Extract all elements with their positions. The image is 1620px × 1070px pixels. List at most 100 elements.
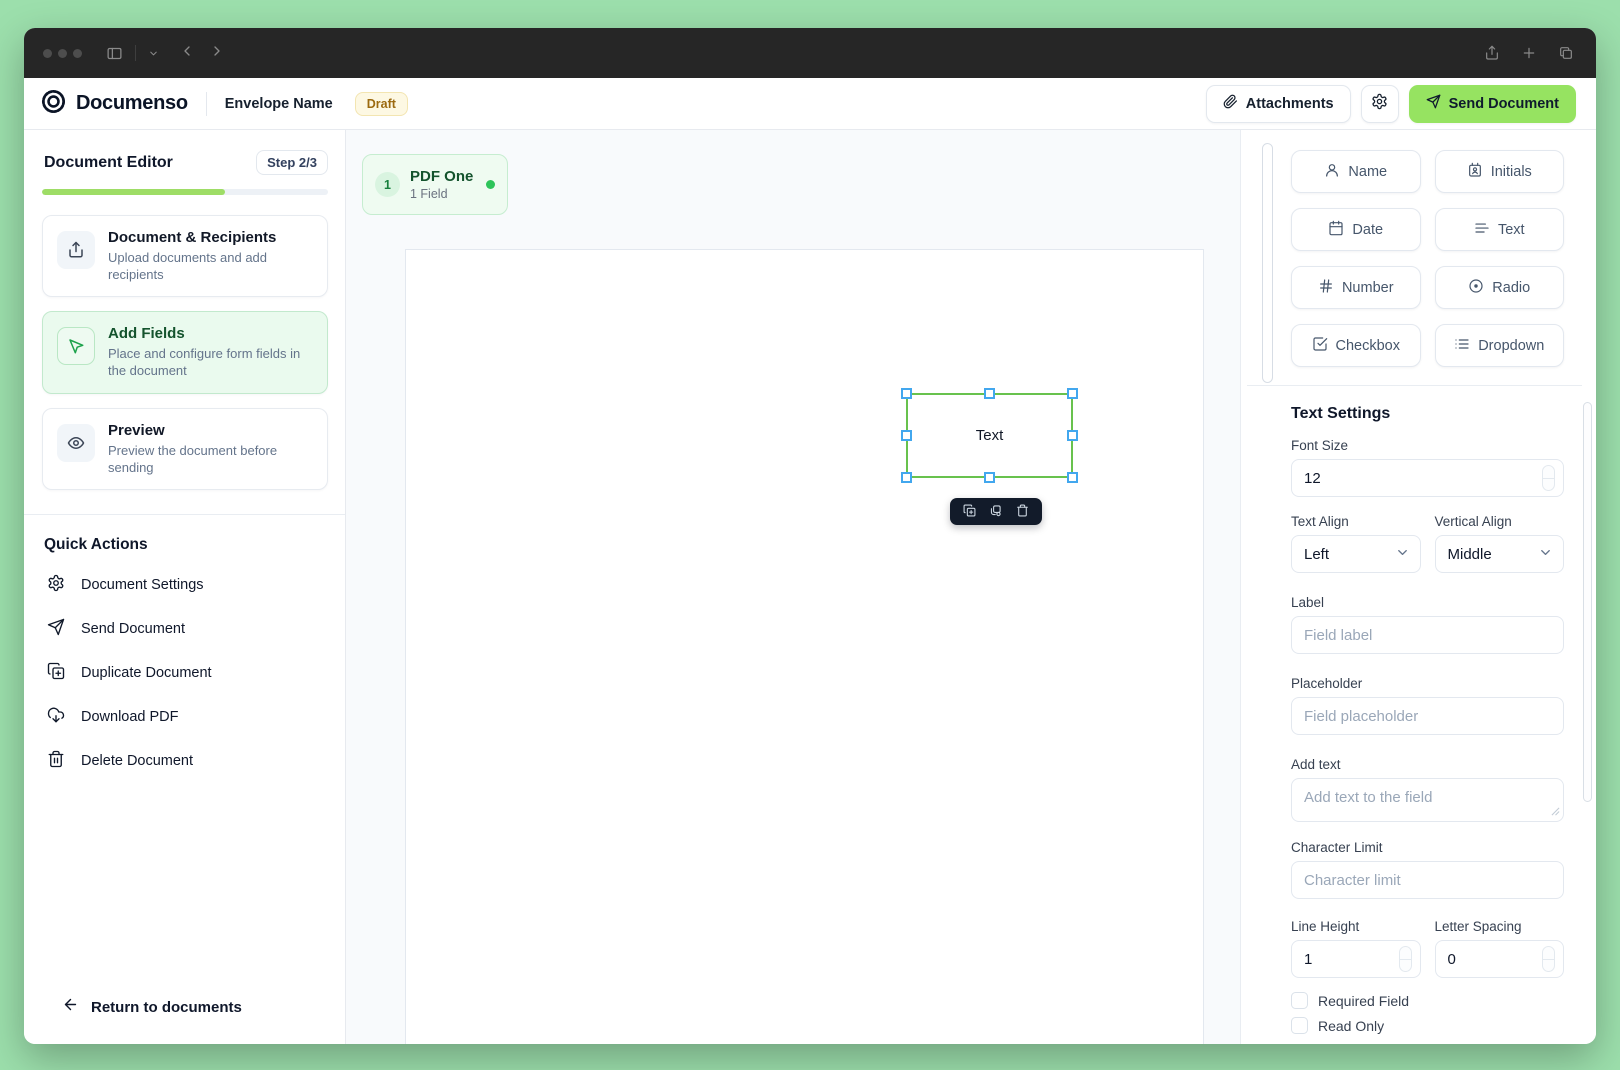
tab-overview-icon[interactable] [1558,45,1574,61]
number-stepper[interactable] [1542,946,1555,972]
field-placeholder-input[interactable] [1291,697,1564,735]
resize-handle-s[interactable] [984,472,995,483]
step-document-recipients[interactable]: Document & Recipients Upload documents a… [42,215,328,297]
attachments-button[interactable]: Attachments [1206,85,1351,123]
quick-action-delete-document[interactable]: Delete Document [42,750,328,773]
label-label: Label [1291,595,1564,610]
quick-action-document-settings[interactable]: Document Settings [42,574,328,597]
text-align-select[interactable]: Left [1291,535,1421,573]
field-type-buttons: Name Initials Date Text Number Radio Che… [1291,150,1564,367]
character-limit-input[interactable] [1291,861,1564,899]
field-settings-panel: Name Initials Date Text Number Radio Che… [1240,130,1596,1044]
field-button-checkbox[interactable]: Checkbox [1291,324,1421,367]
resize-handle-e[interactable] [1067,430,1078,441]
page-number-badge: 1 [375,172,400,197]
sidebar-toggle-icon[interactable] [106,45,123,62]
app-header: Documenso Envelope Name Draft Attachment… [24,78,1596,130]
document-editor-sidebar: Document Editor Step 2/3 Document & Reci… [24,130,346,1044]
chevron-down-icon[interactable] [148,48,159,59]
window-scrollbar-thumb[interactable] [1583,402,1592,802]
delete-field-button[interactable] [1012,501,1034,523]
field-button-initials[interactable]: Initials [1435,150,1565,193]
document-canvas: 1 PDF One 1 Field Text [346,130,1240,1044]
field-button-dropdown[interactable]: Dropdown [1435,324,1565,367]
page-tab-pdf-one[interactable]: 1 PDF One 1 Field [362,154,508,215]
green-dot-status-icon [486,180,495,189]
chevron-down-icon [1395,545,1410,564]
step-preview[interactable]: Preview Preview the document before send… [42,408,328,490]
read-only-checkbox[interactable] [1291,1017,1308,1034]
resize-handle-nw[interactable] [901,388,912,399]
read-only-checkbox-row[interactable]: Read Only [1291,1017,1564,1034]
calendar-icon [1328,220,1344,240]
required-field-checkbox[interactable] [1291,992,1308,1009]
new-tab-icon[interactable] [1521,45,1537,61]
required-field-checkbox-row[interactable]: Required Field [1291,992,1564,1009]
add-text-textarea[interactable] [1291,778,1564,822]
line-height-label: Line Height [1291,919,1421,934]
desktop-background: Documenso Envelope Name Draft Attachment… [0,0,1620,1070]
panel-scrollbar-thumb[interactable] [1262,143,1273,383]
placeholder-label: Placeholder [1291,676,1564,691]
font-size-input[interactable] [1291,459,1564,497]
document-page[interactable] [405,249,1204,1044]
duplicate-icon [963,504,976,520]
resize-handle-sw[interactable] [901,472,912,483]
forward-icon[interactable] [209,43,225,64]
header-actions: Attachments Send Document [1206,85,1576,123]
field-button-number[interactable]: Number [1291,266,1421,309]
resize-handle-w[interactable] [901,430,912,441]
sidebar-divider [24,514,345,515]
minimize-window-button[interactable] [58,49,67,58]
quick-action-download-pdf[interactable]: Download PDF [42,706,328,729]
send-document-button[interactable]: Send Document [1409,85,1576,123]
seal-badge-icon [40,88,67,120]
chevron-down-icon [1538,545,1553,564]
window-controls [43,49,82,58]
copy-plus-icon [47,662,65,685]
share-icon[interactable] [1484,45,1500,61]
field-label-input[interactable] [1291,616,1564,654]
field-button-name[interactable]: Name [1291,150,1421,193]
document-settings-button[interactable] [1361,85,1399,123]
number-stepper[interactable] [1542,465,1555,491]
progress-fill [42,189,225,195]
vertical-align-select[interactable]: Middle [1435,535,1565,573]
field-button-radio[interactable]: Radio [1435,266,1565,309]
zoom-window-button[interactable] [73,49,82,58]
envelope-name[interactable]: Envelope Name [225,96,333,112]
return-to-documents-link[interactable]: Return to documents [62,996,242,1018]
hash-icon [1318,278,1334,298]
back-icon[interactable] [179,43,195,64]
brand-name: Documenso [76,92,188,115]
step-add-fields[interactable]: Add Fields Place and configure form fiel… [42,311,328,393]
field-button-text[interactable]: Text [1435,208,1565,251]
add-text-label: Add text [1291,757,1564,772]
browser-window: Documenso Envelope Name Draft Attachment… [24,28,1596,1044]
quick-action-send-document[interactable]: Send Document [42,618,328,641]
field-label: Text [976,427,1004,444]
radio-icon [1468,278,1484,298]
field-button-date[interactable]: Date [1291,208,1421,251]
duplicate-field-button[interactable] [958,501,980,523]
resize-handle-se[interactable] [1067,472,1078,483]
duplicate-all-pages-button[interactable] [985,501,1007,523]
quick-action-duplicate-document[interactable]: Duplicate Document [42,662,328,685]
list-icon [1454,336,1470,356]
text-field-on-document[interactable]: Text [906,393,1073,478]
number-stepper[interactable] [1399,946,1412,972]
text-settings-section: Text Settings Font Size Text Align Left [1291,385,1564,1034]
send-icon [1426,94,1441,113]
resize-handle-ne[interactable] [1067,388,1078,399]
delete-icon [1016,504,1029,520]
duplicate-all-pages-icon [989,504,1002,520]
gear-icon [47,574,65,597]
close-window-button[interactable] [43,49,52,58]
brand-logo[interactable]: Documenso [40,88,188,120]
titlebar-divider [135,45,136,61]
vertical-align-label: Vertical Align [1435,514,1565,529]
resize-handle-n[interactable] [984,388,995,399]
cloud-download-icon [47,706,65,729]
step-badge: Step 2/3 [256,150,328,175]
send-icon [47,618,65,641]
